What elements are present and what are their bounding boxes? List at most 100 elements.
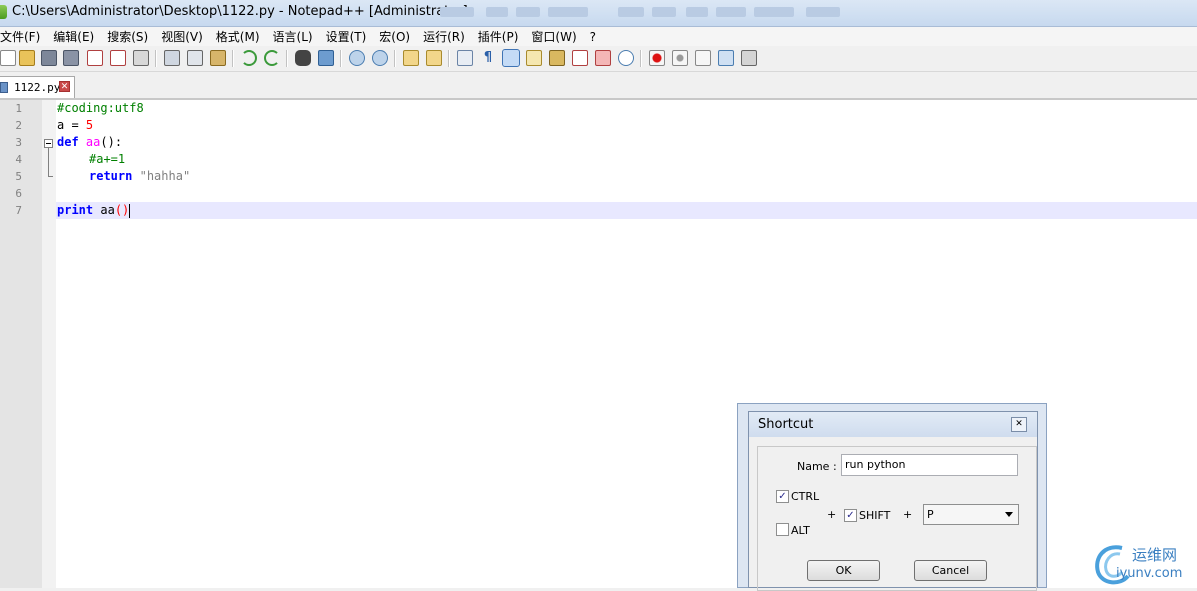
watermark-logo: 运维网 iyunv.com: [1090, 538, 1197, 588]
dialog-title-bar[interactable]: Shortcut ✕: [749, 412, 1037, 437]
line-number: 2: [15, 119, 22, 132]
save-icon[interactable]: [41, 50, 57, 66]
file-icon: [0, 82, 8, 93]
fold-toggle-icon[interactable]: [44, 139, 53, 148]
name-label: Name :: [797, 460, 837, 473]
sync-horizontal-icon[interactable]: [426, 50, 442, 66]
menu-file[interactable]: 文件(F): [0, 28, 46, 45]
tab-close-icon[interactable]: ✕: [59, 81, 70, 92]
monitoring-icon[interactable]: [618, 50, 634, 66]
toolbar-separator: [640, 50, 642, 67]
blurred-region: [806, 7, 840, 17]
menu-window[interactable]: 窗口(W): [531, 28, 582, 45]
blurred-region: [618, 7, 644, 17]
code-line-5: return "hahha": [89, 169, 191, 183]
code-line-7: print aa(): [57, 203, 131, 218]
alt-label: ALT: [791, 524, 810, 537]
menu-plugins[interactable]: 插件(P): [478, 28, 525, 45]
title-bar: C:\Users\Administrator\Desktop\1122.py -…: [0, 0, 1197, 27]
save-macro-icon[interactable]: [741, 50, 757, 66]
plus-sign: +: [903, 508, 913, 521]
blurred-region: [516, 7, 540, 17]
toolbar-separator: [155, 50, 157, 67]
alt-checkbox[interactable]: [776, 523, 789, 536]
line-number: 7: [15, 204, 22, 217]
menu-view[interactable]: 视图(V): [161, 28, 209, 45]
menu-search[interactable]: 搜索(S): [107, 28, 154, 45]
line-number: 1: [15, 102, 22, 115]
doc-map-icon[interactable]: [549, 50, 565, 66]
menu-edit[interactable]: 编辑(E): [53, 28, 100, 45]
blurred-region: [440, 7, 474, 17]
code-line-4: #a+=1: [89, 152, 126, 166]
record-macro-icon[interactable]: [649, 50, 665, 66]
blurred-region: [486, 7, 508, 17]
find-icon[interactable]: [295, 50, 311, 66]
close-icon[interactable]: [87, 50, 103, 66]
fold-line: [48, 148, 49, 177]
open-file-icon[interactable]: [19, 50, 35, 66]
new-file-icon[interactable]: [0, 50, 16, 66]
folder-workspace-icon[interactable]: [595, 50, 611, 66]
user-language-icon[interactable]: [526, 50, 542, 66]
menu-run[interactable]: 运行(R): [423, 28, 471, 45]
tab-bar: 1122.py ✕: [0, 72, 1197, 100]
run-multiple-macro-icon[interactable]: [718, 50, 734, 66]
tab-1122-py[interactable]: 1122.py ✕: [0, 76, 75, 98]
code-line-3: def aa():: [57, 135, 123, 149]
line-number: 5: [15, 170, 22, 183]
paste-icon[interactable]: [210, 50, 226, 66]
blurred-region: [686, 7, 708, 17]
watermark-cn: 运维网: [1132, 546, 1178, 564]
close-all-icon[interactable]: [110, 50, 126, 66]
ctrl-label: CTRL: [791, 490, 820, 503]
menu-help[interactable]: ?: [590, 30, 602, 44]
plus-sign: +: [827, 508, 837, 521]
ctrl-checkbox[interactable]: ✓: [776, 490, 789, 503]
cut-icon[interactable]: [164, 50, 180, 66]
undo-icon[interactable]: [241, 50, 257, 66]
menu-settings[interactable]: 设置(T): [326, 28, 373, 45]
replace-icon[interactable]: [318, 50, 334, 66]
toolbar: ¶: [0, 46, 1197, 72]
key-select[interactable]: P: [923, 504, 1019, 525]
toolbar-separator: [286, 50, 288, 67]
cancel-button[interactable]: Cancel: [914, 560, 987, 581]
zoom-out-icon[interactable]: [372, 50, 388, 66]
word-wrap-icon[interactable]: [457, 50, 473, 66]
stop-macro-icon[interactable]: [672, 50, 688, 66]
name-field[interactable]: run python: [841, 454, 1018, 476]
window-title: C:\Users\Administrator\Desktop\1122.py -…: [12, 4, 468, 19]
zoom-in-icon[interactable]: [349, 50, 365, 66]
fold-end: [48, 176, 53, 177]
indent-guide-icon[interactable]: [502, 49, 520, 67]
chevron-down-icon: [1005, 512, 1013, 517]
copy-icon[interactable]: [187, 50, 203, 66]
show-all-chars-icon[interactable]: ¶: [480, 50, 496, 66]
blurred-region: [716, 7, 746, 17]
print-icon[interactable]: [133, 50, 149, 66]
function-list-icon[interactable]: [572, 50, 588, 66]
watermark-en: iyunv.com: [1116, 566, 1183, 581]
line-number: 3: [15, 136, 22, 149]
key-select-value: P: [927, 508, 934, 521]
current-line-highlight: [56, 202, 1197, 219]
menu-macro[interactable]: 宏(O): [379, 28, 416, 45]
toolbar-separator: [394, 50, 396, 67]
shortcut-dialog: Shortcut ✕ Name : run python ✓ CTRL + ✓ …: [748, 411, 1038, 591]
shift-checkbox[interactable]: ✓: [844, 509, 857, 522]
save-all-icon[interactable]: [63, 50, 79, 66]
sync-vertical-icon[interactable]: [403, 50, 419, 66]
line-number: 6: [15, 187, 22, 200]
line-number-gutter: 1 2 3 4 5 6 7: [0, 100, 42, 588]
play-macro-icon[interactable]: [695, 50, 711, 66]
ok-button[interactable]: OK: [807, 560, 880, 581]
notepadpp-icon: [0, 5, 7, 19]
menu-format[interactable]: 格式(M): [216, 28, 266, 45]
dialog-close-icon[interactable]: ✕: [1011, 417, 1027, 432]
menu-language[interactable]: 语言(L): [273, 28, 319, 45]
toolbar-separator: [232, 50, 234, 67]
redo-icon[interactable]: [264, 50, 280, 66]
blurred-region: [754, 7, 794, 17]
fold-margin: [42, 100, 56, 588]
